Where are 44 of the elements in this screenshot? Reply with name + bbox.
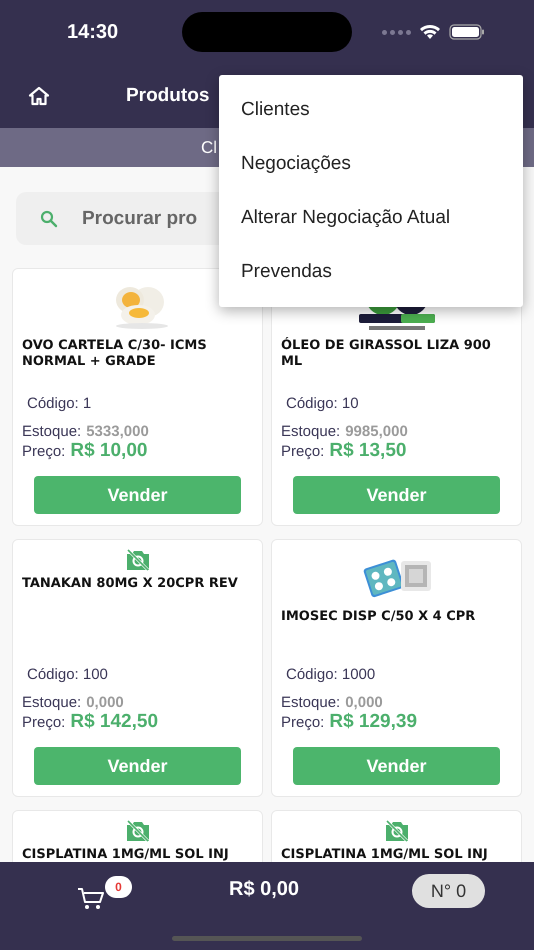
stock-value: 5333,000 [86,423,149,440]
product-name: CISPLATINA 1MG/ML SOL INJ [281,847,489,862]
stock-label: Estoque: [22,694,82,711]
menu-item[interactable]: Prevendas [219,245,523,299]
menu-item[interactable]: Clientes [219,83,523,137]
stock-label: Estoque: [281,694,340,711]
price-value: R$ 129,39 [329,711,418,733]
signal-icon [382,30,411,34]
menu-item[interactable]: Negociações [219,137,523,191]
stock-label: Estoque: [281,423,340,440]
product-name: IMOSEC DISP C/50 X 4 CPR [281,609,476,626]
price-label: Preço: [22,443,66,460]
price-label: Preço: [281,714,324,731]
product-code: Código: 1000 [286,666,376,683]
order-number-badge[interactable]: N° 0 [412,874,485,908]
stock-label: Estoque: [22,423,82,440]
stock-value: 0,000 [345,694,383,711]
stock-value: 0,000 [86,694,124,711]
price-value: R$ 10,00 [70,440,148,462]
price-label: Preço: [22,714,66,731]
battery-icon [449,24,485,40]
cart-icon[interactable] [77,887,105,911]
product-name: OVO CARTELA C/30- ICMS NORMAL + GRADE [22,338,208,371]
status-time: 14:30 [67,20,120,44]
product-name: TANAKAN 80MG X 20CPR REV [22,576,239,593]
product-code: Código: 100 [27,666,109,683]
client-label: Cl [201,138,218,158]
screen-title: Produtos [126,85,210,107]
no-image-icon [124,549,150,571]
product-code: Código: 10 [286,395,360,412]
stock-value: 9985,000 [345,423,408,440]
price-value: R$ 142,50 [70,711,158,733]
product-name: ÓLEO DE GIRASSOL LIZA 900 ML [281,338,492,371]
wifi-icon [419,24,441,40]
home-icon[interactable] [28,86,50,106]
no-image-icon [124,820,150,842]
price-value: R$ 13,50 [329,440,406,462]
product-name: CISPLATINA 1MG/ML SOL INJ [22,847,230,862]
menu-item[interactable]: Alterar Negociação Atual [219,191,523,245]
cart-total: R$ 0,00 [229,878,300,901]
no-image-icon [384,820,410,842]
price-label: Preço: [281,443,324,460]
cart-count-badge: 0 [105,876,132,898]
product-code: Código: 1 [27,395,92,412]
